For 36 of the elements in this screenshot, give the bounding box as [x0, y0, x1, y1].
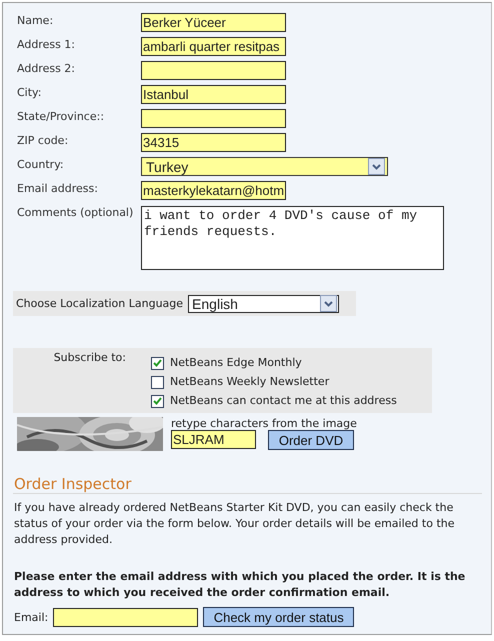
language-dropdown[interactable]: English	[188, 294, 340, 312]
section-heading: Order Inspector	[13, 475, 482, 494]
text-field[interactable]: Berker Yüceer	[141, 13, 286, 32]
text-field[interactable]	[141, 61, 286, 80]
field-label: Email:	[14, 610, 48, 624]
checkbox[interactable]	[151, 376, 164, 388]
field-label: Address 2:	[17, 61, 76, 77]
checkbox-label: NetBeans Edge Monthly	[170, 356, 302, 370]
email-field[interactable]	[53, 608, 198, 626]
text-field[interactable]	[141, 109, 286, 128]
order-dvd-button[interactable]: Order DVD	[268, 430, 354, 450]
field-label: Subscribe to:	[52, 351, 127, 366]
country-dropdown[interactable]: Turkey	[141, 157, 388, 176]
checkbox[interactable]	[151, 356, 164, 370]
field-label: Choose Localization Language	[16, 297, 184, 310]
field-label: ZIP code:	[17, 133, 68, 149]
text-field[interactable]: masterkylekatarn@hotm	[141, 181, 286, 200]
text-field[interactable]: Istanbul	[141, 85, 286, 104]
check-status-button[interactable]: Check my order status	[203, 607, 354, 627]
intro-text: If you have already ordered NetBeans Starter Kit DVD, you can easily check the status of your order via the form below. Your order details will be emailed to the address provided.	[14, 500, 456, 548]
checkbox[interactable]	[151, 394, 164, 408]
field-label: State/Province::	[17, 109, 104, 125]
checkbox-label: NetBeans can contact me at this address	[170, 394, 397, 408]
field-label: City:	[17, 85, 42, 101]
checkbox-label: NetBeans Weekly Newsletter	[170, 375, 330, 389]
field-label: Country:	[17, 157, 64, 173]
comments-textarea[interactable]: i want to order 4 DVD's cause of my friends requests.	[141, 206, 444, 270]
field-label: Name:	[17, 13, 54, 29]
field-label: Address 1:	[17, 37, 76, 53]
field-label: Email address:	[17, 181, 98, 197]
text-field[interactable]: ambarli quarter resitpas	[141, 37, 286, 56]
instruction-text: Please enter the email address with which you placed the order. It is the address to which you received the order confirmation email.	[14, 569, 466, 601]
captcha-field[interactable]: SLJRAM	[171, 430, 256, 449]
field-label: Comments (optional)	[17, 205, 134, 221]
text-field[interactable]: 34315	[141, 133, 286, 152]
captcha-instruction: retype characters from the image	[171, 417, 357, 430]
